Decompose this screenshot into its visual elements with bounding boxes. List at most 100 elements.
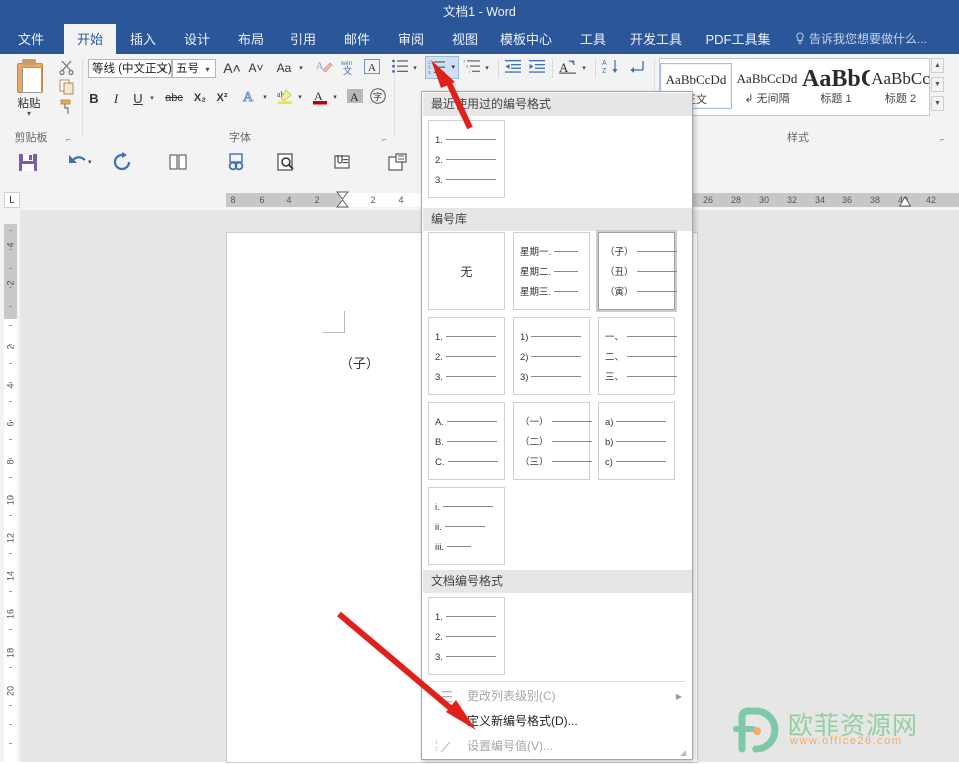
italic-button[interactable]: I xyxy=(107,88,125,109)
dropdown-menu-item-0[interactable]: 更改列表级别(C) ▶ xyxy=(423,684,692,709)
numbering-format-library-8[interactable]: a) b) c) xyxy=(598,402,675,480)
font-name-input[interactable]: 等线 (中文正文) ▾ xyxy=(88,59,172,78)
numbering-format-library-9[interactable]: i. ii. iii. xyxy=(428,487,505,565)
character-shading-button[interactable]: A xyxy=(345,87,365,108)
asian-layout-chevron-down-icon[interactable]: ▾ xyxy=(579,58,589,79)
decrease-indent-button[interactable] xyxy=(503,58,523,79)
ribbon-tab-2[interactable]: 插入 xyxy=(122,24,164,54)
font-name-chevron-down-icon[interactable]: ▾ xyxy=(158,60,169,77)
subscript-button[interactable]: X₂ xyxy=(190,88,210,109)
comment-button[interactable] xyxy=(386,150,412,176)
bold-button[interactable]: B xyxy=(85,88,103,109)
text-highlight-button[interactable]: ab xyxy=(275,87,295,108)
character-border-button[interactable]: A xyxy=(362,58,382,79)
numbering-format-recent-0[interactable]: 1. 2. 3. xyxy=(428,120,505,198)
change-case-button[interactable]: Aa xyxy=(272,58,296,79)
text-effects-chevron-down-icon[interactable]: ▾ xyxy=(260,87,270,108)
superscript-button[interactable]: X² xyxy=(212,88,232,109)
hyperlink-button[interactable] xyxy=(224,150,250,176)
ribbon-tab-0[interactable]: 文件 xyxy=(10,24,52,54)
cut-button[interactable] xyxy=(58,58,78,77)
font-dialog-launcher[interactable]: ⌐ xyxy=(382,135,391,144)
multilevel-list-chevron-down-icon[interactable]: ▾ xyxy=(482,58,492,79)
numbering-sample-line xyxy=(445,355,496,357)
styles-scroll-up-button[interactable]: ▲ xyxy=(931,58,944,73)
redo-button[interactable] xyxy=(110,150,136,176)
ribbon-tab-9[interactable]: 模板中心 xyxy=(492,24,560,54)
numbering-format-library-3[interactable]: 1. 2. 3. xyxy=(428,317,505,395)
bullet-list-button[interactable] xyxy=(390,58,410,79)
styles-scroll-down-button[interactable]: ▼ xyxy=(931,77,944,92)
underline-chevron-down-icon[interactable]: ▾ xyxy=(147,88,157,109)
clear-formatting-button[interactable]: A xyxy=(314,58,334,79)
style-item-1[interactable]: AaBbCcDd ↲ 无间隔 xyxy=(732,63,802,109)
numbering-format-document-0[interactable]: 1. 2. 3. xyxy=(428,597,505,675)
ribbon-tab-4[interactable]: 布局 xyxy=(230,24,272,54)
underline-button[interactable]: U xyxy=(129,88,147,109)
paste-button[interactable]: 粘贴 ▾ xyxy=(6,57,52,119)
style-item-2[interactable]: AaBbC 标题 1 xyxy=(802,63,870,109)
styles-gallery[interactable]: AaBbCcDd 正文 AaBbCcDd ↲ 无间隔 AaBbC 标题 1 AaBbCc 标题… xyxy=(659,58,930,116)
numbering-format-library-7[interactable]: （一） （二） （三） xyxy=(513,402,592,480)
numbering-format-library-0[interactable]: 无 xyxy=(428,232,505,310)
font-size-chevron-down-icon[interactable]: ▾ xyxy=(202,60,213,77)
ribbon-tab-12[interactable]: PDF工具集 xyxy=(700,24,776,54)
undo-dropdown-button[interactable]: ▾ xyxy=(88,150,100,176)
two-page-view-button[interactable] xyxy=(166,150,192,176)
increase-indent-button[interactable] xyxy=(527,58,547,79)
asian-layout-button[interactable]: Α xyxy=(557,58,579,79)
shrink-font-button[interactable]: A˅ xyxy=(245,58,267,79)
text-highlight-chevron-down-icon[interactable]: ▾ xyxy=(295,87,305,108)
bullet-list-chevron-down-icon[interactable]: ▾ xyxy=(410,58,420,79)
tell-me-search-box[interactable]: 告诉我您想要做什么... xyxy=(795,24,927,54)
text-effects-button[interactable]: A xyxy=(240,87,260,108)
clipboard-dialog-launcher[interactable]: ⌐ xyxy=(66,135,75,144)
font-color-chevron-down-icon[interactable]: ▾ xyxy=(330,87,340,108)
numbering-format-library-2[interactable]: （子） （丑） （寅） xyxy=(598,232,677,310)
sort-button[interactable]: A Z xyxy=(600,58,622,79)
numbering-sample-row: 1) xyxy=(520,330,582,346)
tab-stop-selector[interactable]: L xyxy=(4,192,20,208)
ribbon-tab-3[interactable]: 设计 xyxy=(176,24,218,54)
ribbon-tab-7[interactable]: 审阅 xyxy=(390,24,432,54)
paste-chevron-down-icon[interactable]: ▾ xyxy=(6,110,52,118)
ribbon-tab-1[interactable]: 开始 xyxy=(64,24,116,54)
ribbon-tab-8[interactable]: 视图 xyxy=(444,24,486,54)
numbering-format-library-5[interactable]: 一、 二、 三、 xyxy=(598,317,678,395)
dropdown-menu-item-2[interactable]: 1 2 设置编号值(V)... xyxy=(423,734,692,759)
phonetic-guide-button[interactable]: wén 文 xyxy=(338,58,358,79)
show-formatting-marks-button[interactable] xyxy=(626,58,648,79)
numbering-sample-label: 2) xyxy=(520,352,529,363)
right-indent-marker[interactable] xyxy=(898,195,912,208)
vertical-ruler[interactable]: 4 2 2 4 6 8 10 12 14 16 18 20 xyxy=(0,210,20,762)
styles-more-button[interactable]: ▼ xyxy=(931,96,944,111)
style-item-3[interactable]: AaBbCc 标题 2 xyxy=(870,63,931,109)
numbering-dropdown-menu[interactable]: 最近使用过的编号格式 1. 2. 3. 编号库无 星期一. 星期二. 星期三. （子） （丑） （寅… xyxy=(421,91,693,760)
ribbon-tab-11[interactable]: 开发工具 xyxy=(622,24,690,54)
copy-button[interactable] xyxy=(58,78,78,97)
ribbon-tab-10[interactable]: 工具 xyxy=(572,24,614,54)
enclose-character-button[interactable]: 字 xyxy=(368,87,388,108)
font-color-button[interactable]: A xyxy=(310,87,330,108)
signature-button[interactable] xyxy=(330,150,356,176)
numbering-format-library-4[interactable]: 1) 2) 3) xyxy=(513,317,590,395)
format-painter-button[interactable] xyxy=(58,98,78,117)
print-preview-button[interactable] xyxy=(274,150,300,176)
numbering-button[interactable]: 1. 2. 3. ▾ xyxy=(425,56,459,79)
strikethrough-button[interactable]: abc xyxy=(162,88,186,109)
numbering-format-library-1[interactable]: 星期一. 星期二. 星期三. xyxy=(513,232,590,310)
ribbon-tab-5[interactable]: 引用 xyxy=(282,24,324,54)
change-case-chevron-down-icon[interactable]: ▾ xyxy=(296,58,306,79)
dropdown-menu-item-1[interactable]: 定义新编号格式(D)... xyxy=(423,709,692,734)
document-paragraph[interactable]: （子） xyxy=(340,353,379,372)
grow-font-button[interactable]: A˄ xyxy=(221,58,243,79)
dropdown-resize-grip[interactable]: ◢ xyxy=(680,748,689,757)
ribbon-tab-6[interactable]: 邮件 xyxy=(336,24,378,54)
indent-markers[interactable] xyxy=(335,190,351,210)
save-button[interactable] xyxy=(16,150,42,176)
multilevel-list-button[interactable]: 1 a i xyxy=(462,58,482,79)
styles-dialog-launcher[interactable]: ⌐ xyxy=(940,135,949,144)
font-size-input[interactable]: 五号 ▾ xyxy=(172,59,216,78)
numbering-chevron-down-icon[interactable]: ▾ xyxy=(451,57,455,78)
numbering-format-library-6[interactable]: A. B. C. xyxy=(428,402,505,480)
